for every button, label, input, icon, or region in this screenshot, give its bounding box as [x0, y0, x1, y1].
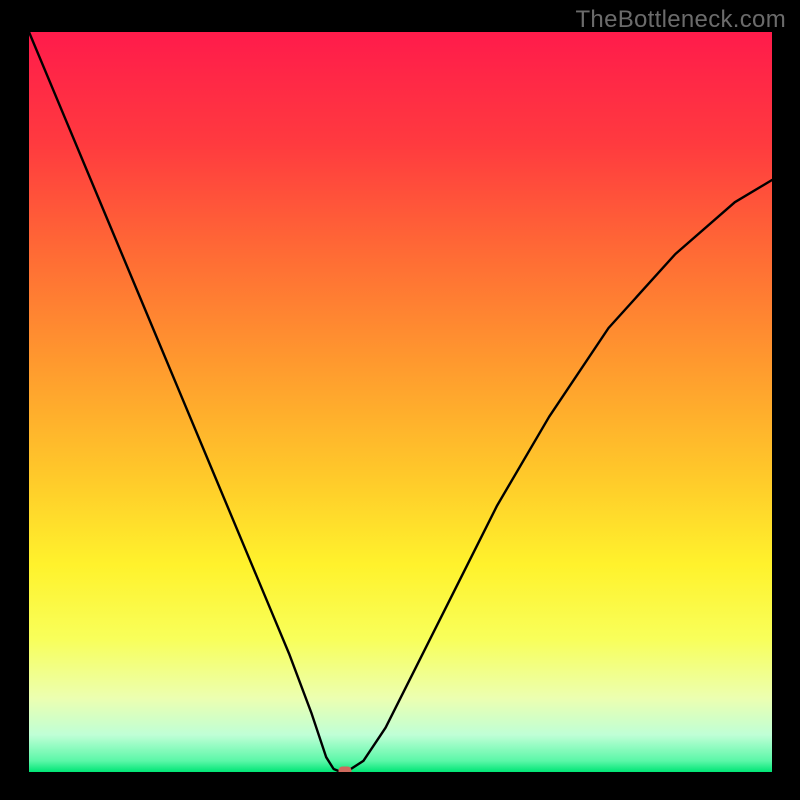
plot-area [29, 32, 772, 772]
chart-frame: TheBottleneck.com [0, 0, 800, 800]
gradient-background [29, 32, 772, 772]
watermark-text: TheBottleneck.com [575, 6, 786, 34]
minimum-marker-icon [338, 767, 351, 773]
chart-svg [29, 32, 772, 772]
